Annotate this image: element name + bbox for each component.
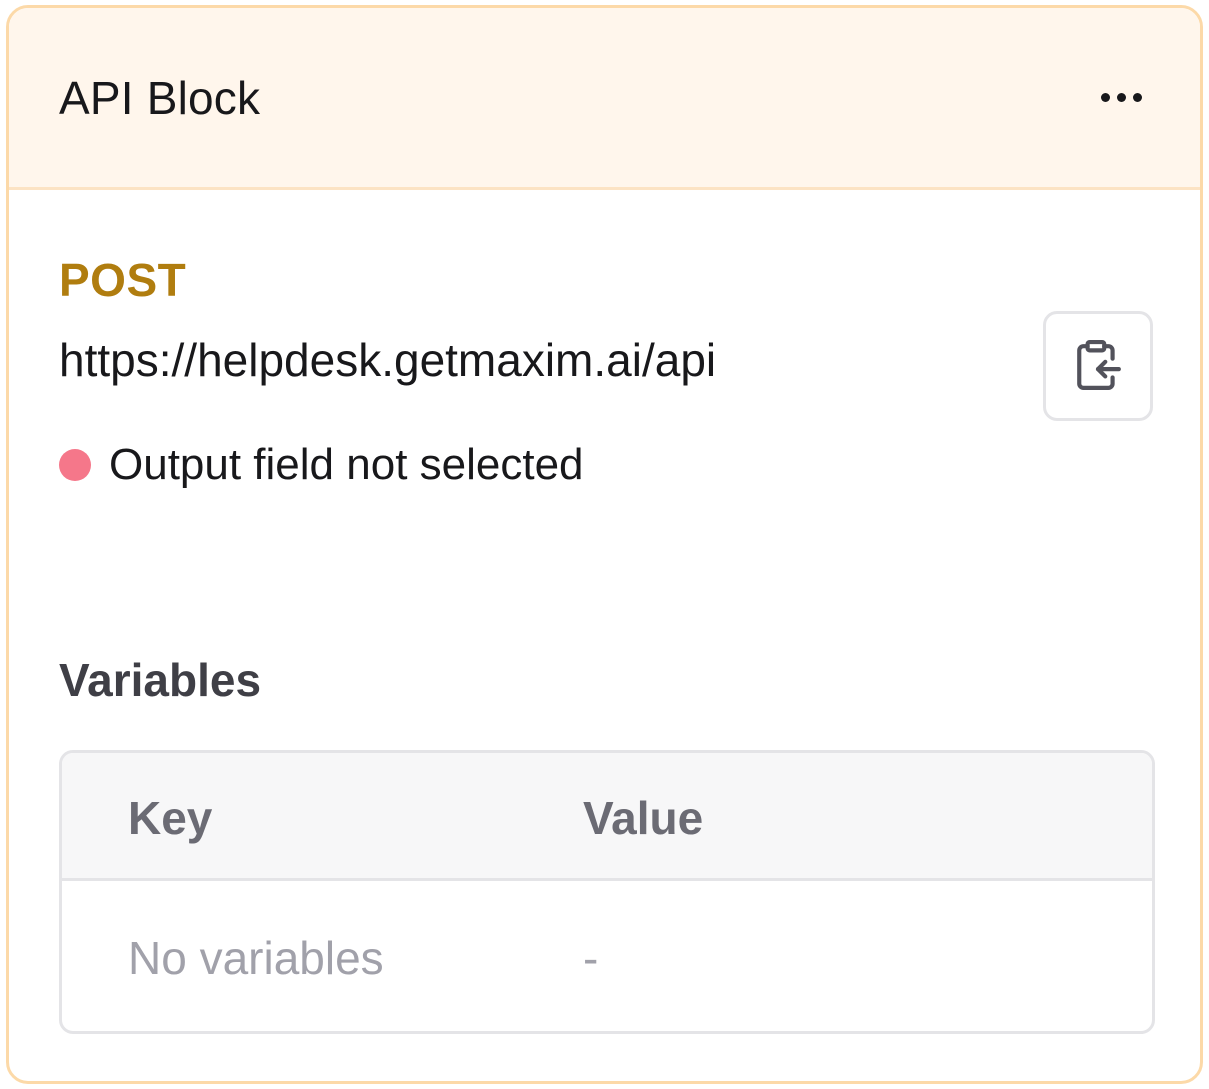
status-text: Output field not selected (109, 440, 584, 489)
empty-value-cell: - (583, 932, 599, 984)
card-title: API Block (59, 71, 261, 124)
column-header-key: Key (128, 792, 213, 844)
canvas: API Block POST https://helpdesk.getmaxim… (0, 0, 1209, 1089)
variables-title: Variables (59, 654, 262, 706)
status-dot (59, 449, 91, 481)
table-header: Key Value (62, 753, 1152, 881)
api-block-card[interactable]: API Block POST https://helpdesk.getmaxim… (6, 5, 1203, 1084)
clipboard-copy-icon (1077, 339, 1121, 390)
output-status: Output field not selected (59, 440, 584, 490)
http-method: POST (59, 254, 187, 306)
empty-key-cell: No variables (128, 932, 384, 984)
copy-url-button[interactable] (1043, 311, 1153, 421)
table-row: No variables - (62, 881, 1152, 1031)
column-header-value: Value (583, 792, 704, 844)
more-horizontal-icon[interactable] (1095, 87, 1148, 108)
endpoint-url: https://helpdesk.getmaxim.ai/api (59, 334, 717, 386)
card-header: API Block (9, 8, 1200, 190)
variables-table: Key Value No variables - (59, 750, 1155, 1034)
